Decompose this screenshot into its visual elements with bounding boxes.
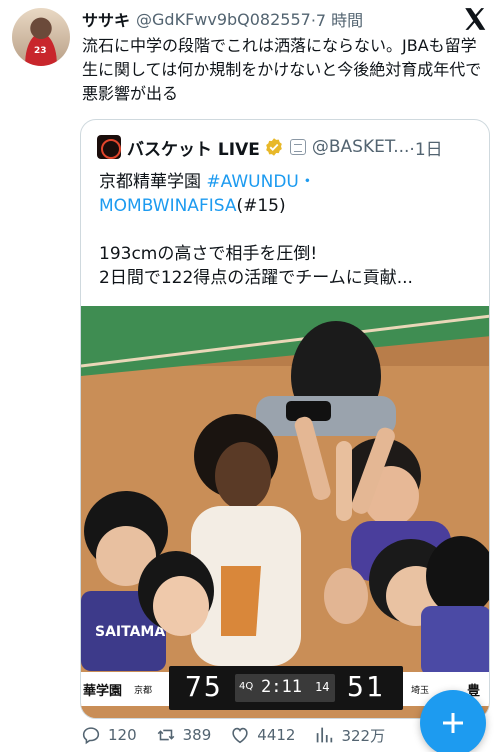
avatar-jersey-number: 23 (34, 46, 47, 56)
jersey-text: SAITAMA (95, 624, 165, 640)
views-count: 322万 (341, 726, 386, 745)
repost-button[interactable]: 389 (155, 724, 212, 746)
plus-icon (443, 713, 463, 733)
quote-line2-plain: (#15) (236, 196, 286, 216)
verified-badge-icon (266, 138, 282, 156)
basketball-photo-illustration: SAITAMA (81, 306, 489, 718)
tweet-time[interactable]: ·7 時間 (311, 7, 363, 31)
reply-icon (82, 727, 100, 745)
quote-media-photo[interactable]: SAITAMA 華学園 京都 75 4Q 2:11 14 51 埼玉 豊 (81, 306, 489, 718)
right-score: 51 (347, 670, 385, 703)
quote-line1-plain: 京都精華学園 (99, 172, 207, 192)
views-chart-icon (317, 727, 333, 743)
compose-post-button[interactable] (420, 690, 486, 752)
reply-count: 120 (108, 726, 137, 744)
quoted-tweet-card[interactable]: バスケット LIVE @BASKET... ·1日 京都精華学園 #AWUNDU… (80, 119, 490, 719)
author-avatar[interactable]: 23 (12, 8, 70, 66)
left-team-name: 華学園 (83, 683, 123, 699)
author-name[interactable]: ササキ (82, 7, 130, 31)
repost-count: 389 (182, 726, 212, 744)
like-count: 4412 (257, 726, 296, 744)
quote-avatar[interactable] (97, 135, 121, 159)
quote-author-name[interactable]: バスケット LIVE (127, 135, 260, 160)
quote-header: バスケット LIVE @BASKET... ·1日 (97, 134, 477, 160)
x-logo-icon[interactable] (462, 6, 488, 32)
tweet-text: 流石に中学の段階でこれは洒落にならない。JBAも留学生に関しては何か規制をかけな… (82, 36, 482, 103)
quote-text: 京都精華学園 #AWUNDU・ MOMBWINAFISA(#15) 193cmの… (99, 170, 479, 290)
quote-author-handle[interactable]: @BASKET... (312, 137, 410, 157)
reply-button[interactable]: 120 (80, 724, 137, 746)
shot-clock: 14 (315, 680, 330, 694)
tweet-action-bar: 120 389 4412 322万 (80, 722, 403, 748)
hashtag-mombwinafisa[interactable]: MOMBWINAFISA (99, 196, 236, 216)
game-clock: 2:11 (261, 677, 302, 697)
quarter-indicator: 4Q (239, 681, 254, 692)
author-handle[interactable]: @GdKFwv9bQ082557 (136, 10, 311, 29)
left-team-label: 京都 (134, 685, 153, 696)
hashtag-awundu[interactable]: #AWUNDU・ (206, 172, 315, 192)
affiliate-badge-icon (289, 139, 306, 155)
views-button[interactable]: 322万 (313, 724, 385, 746)
right-team-label: 埼玉 (411, 685, 430, 696)
quote-line3: 193cmの高さで相手を圧倒! (99, 244, 318, 264)
quote-time[interactable]: ·1日 (409, 135, 442, 160)
like-button[interactable]: 4412 (229, 724, 295, 746)
left-score: 75 (185, 670, 223, 703)
quote-line4: 2日間で122得点の活躍でチームに貢献... (99, 268, 413, 288)
heart-icon (232, 727, 248, 744)
tweet-header: ササキ @GdKFwv9bQ082557 ·7 時間 (82, 8, 488, 30)
repost-icon (157, 729, 174, 741)
